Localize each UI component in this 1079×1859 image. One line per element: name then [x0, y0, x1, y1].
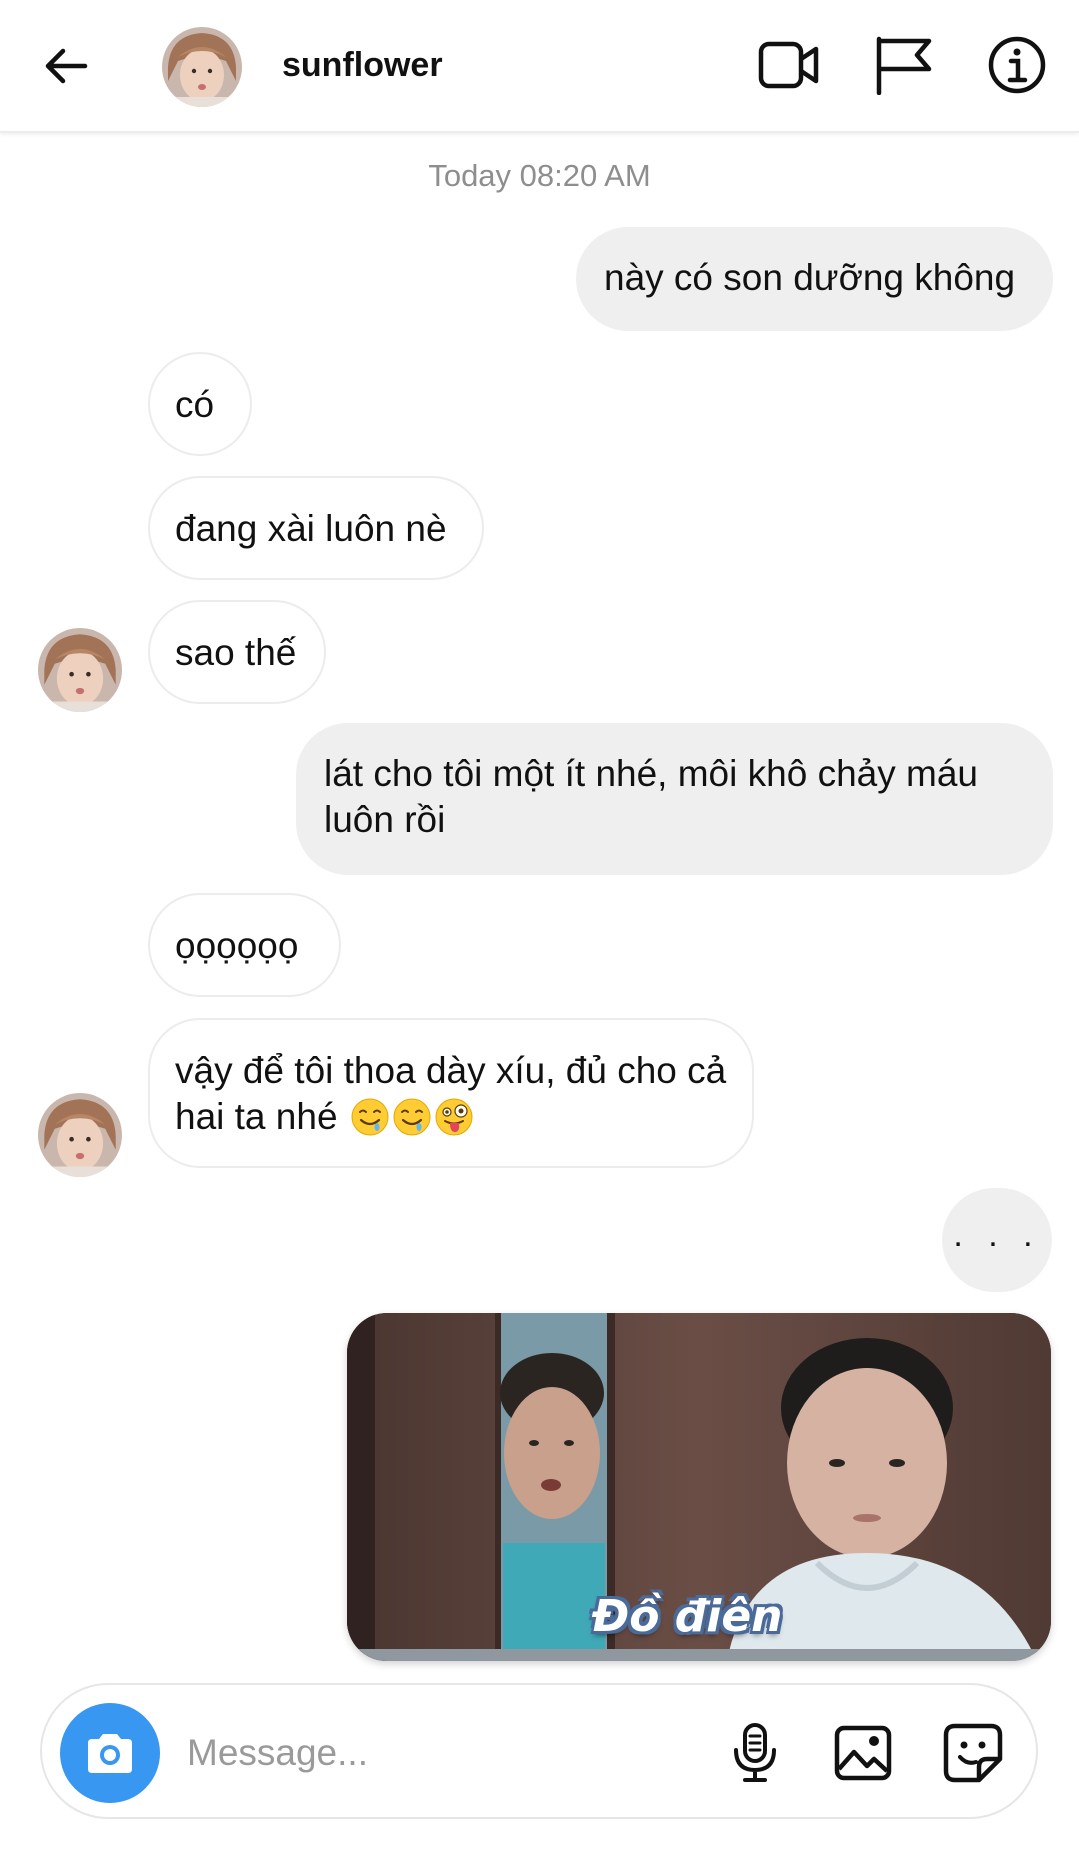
gif-message[interactable]: Đồ điên	[347, 1313, 1051, 1661]
message-bubble-outgoing[interactable]: lát cho tôi một ít nhé, môi khô chảy máu…	[296, 723, 1053, 875]
message-text: ọọọọọọ	[175, 925, 299, 966]
winking-tongue-face-emoji	[435, 1098, 473, 1136]
conversation-timestamp: Today 08:20 AM	[428, 158, 651, 193]
avatar[interactable]	[162, 27, 242, 107]
message-text: có	[175, 384, 215, 425]
avatar[interactable]	[38, 1093, 122, 1177]
message-composer	[40, 1683, 1038, 1819]
info-icon	[988, 36, 1046, 94]
gallery-icon	[834, 1725, 892, 1781]
message-text: đang xài luôn nè	[175, 508, 447, 549]
message-text: này có son dưỡng không	[604, 257, 1016, 298]
info-button[interactable]	[982, 30, 1052, 100]
camera-icon	[88, 1734, 132, 1773]
gallery-button[interactable]	[828, 1718, 898, 1788]
message-input[interactable]	[187, 1721, 607, 1785]
avatar[interactable]	[38, 628, 122, 712]
message-bubble-incoming[interactable]: sao thế	[148, 600, 326, 704]
message-bubble-incoming[interactable]: đang xài luôn nè	[148, 476, 484, 580]
arrow-left-icon	[45, 48, 88, 84]
drooling-face-emoji	[393, 1098, 431, 1136]
microphone-icon	[734, 1723, 776, 1782]
message-bubble-incoming[interactable]: ọọọọọọ	[148, 893, 341, 997]
avatar-photo	[38, 628, 122, 712]
typing-indicator-bubble[interactable]: . . .	[942, 1188, 1052, 1292]
avatar-photo	[162, 27, 242, 107]
message-bubble-outgoing[interactable]: này có son dưỡng không	[576, 227, 1053, 331]
sticker-button[interactable]	[938, 1718, 1008, 1788]
message-text: lát cho tôi một ít nhé, môi khô chảy máu…	[324, 753, 978, 840]
gif-caption: Đồ điên	[592, 1591, 783, 1642]
message-text: . . .	[953, 1216, 1041, 1254]
flag-icon	[876, 36, 932, 95]
drooling-face-emoji	[351, 1098, 389, 1136]
back-button[interactable]	[36, 36, 96, 96]
message-bubble-incoming[interactable]: có	[148, 352, 252, 456]
avatar-photo	[38, 1093, 122, 1177]
video-camera-icon	[758, 41, 819, 89]
chat-header: sunflower	[0, 0, 1079, 133]
camera-button[interactable]	[60, 1703, 160, 1803]
video-call-button[interactable]	[755, 30, 825, 100]
sticker-icon	[943, 1723, 1003, 1783]
report-flag-button[interactable]	[868, 30, 938, 100]
voice-message-button[interactable]	[720, 1718, 790, 1788]
message-text: sao thế	[175, 632, 297, 673]
message-bubble-incoming[interactable]: vậy để tôi thoa dày xíu, đủ cho cả hai t…	[148, 1018, 754, 1168]
chat-username[interactable]: sunflower	[282, 46, 443, 85]
